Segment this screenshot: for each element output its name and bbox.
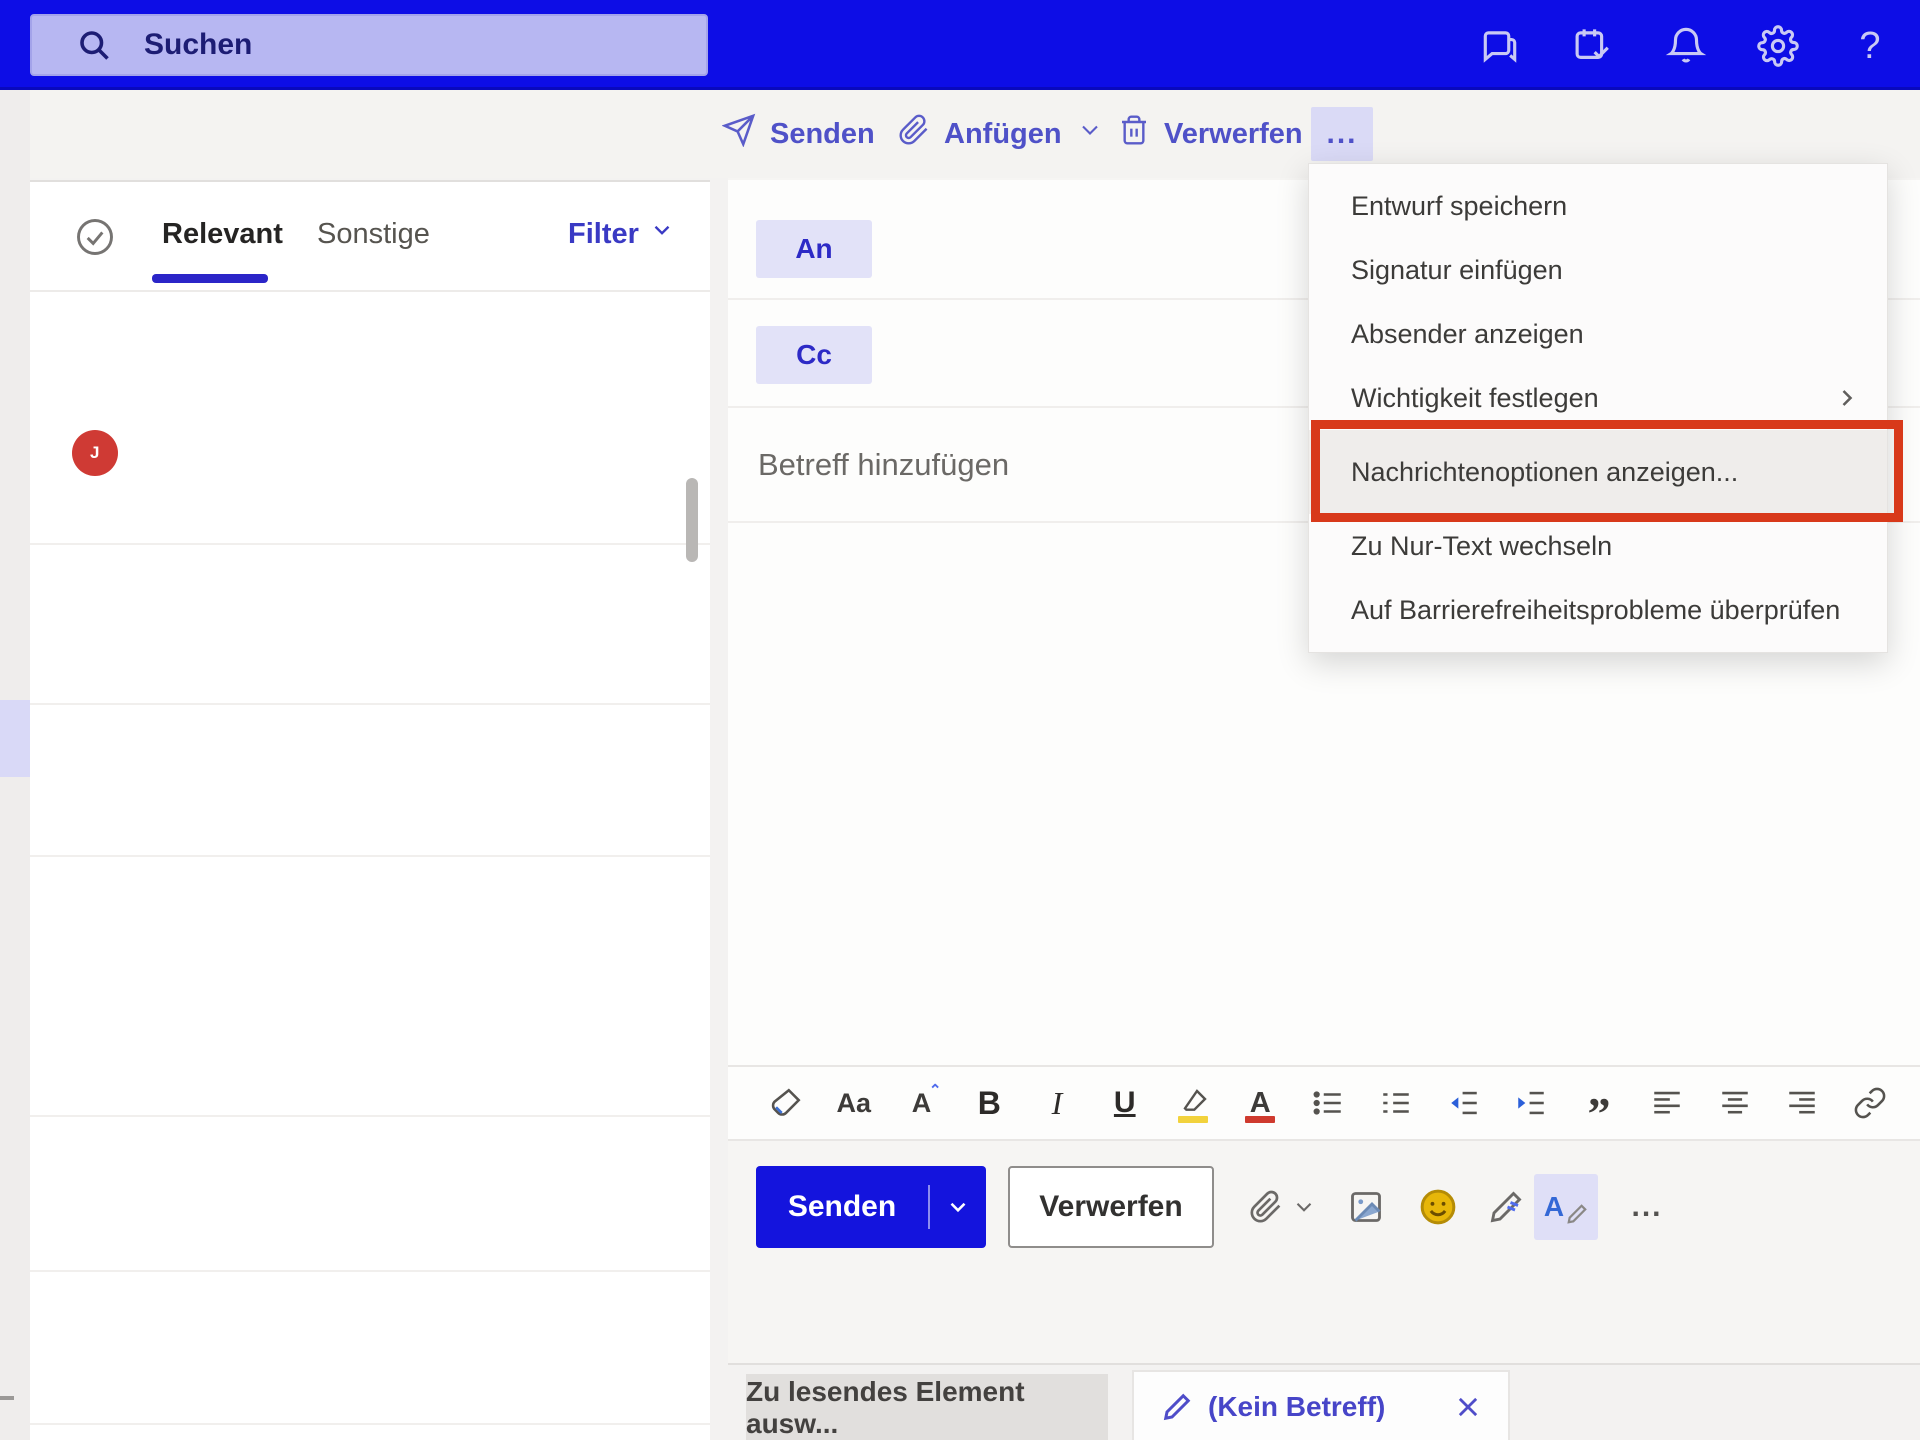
more-options-button[interactable]: ... — [1311, 107, 1373, 161]
selected-item-indicator — [0, 700, 30, 777]
discard-button-label: Verwerfen — [1039, 1190, 1182, 1224]
message-row[interactable] — [30, 1425, 710, 1440]
send-icon — [722, 113, 756, 155]
cc-button[interactable]: Cc — [756, 326, 872, 384]
more-dots-glyph: ... — [1326, 117, 1357, 151]
insert-image-icon[interactable] — [1340, 1176, 1392, 1238]
attach-command[interactable]: Anfügen — [898, 90, 1104, 178]
message-list-pane: Relevant Sonstige Filter J M FK T — [30, 180, 710, 1440]
send-button[interactable]: Senden — [756, 1166, 986, 1248]
align-center-icon[interactable] — [1713, 1079, 1757, 1127]
font-icon[interactable]: Aa — [832, 1079, 876, 1127]
font-size-icon[interactable]: A ⌃ — [900, 1079, 944, 1127]
tab-relevant[interactable]: Relevant — [140, 182, 305, 286]
chevron-down-icon — [649, 217, 675, 251]
close-icon[interactable] — [1454, 1393, 1482, 1421]
send-command-label: Senden — [770, 118, 875, 151]
menu-item-switch-plain-text[interactable]: Zu Nur-Text wechseln — [1309, 514, 1887, 578]
help-icon[interactable]: ? — [1846, 22, 1894, 70]
message-row[interactable]: X — [30, 1272, 710, 1425]
ink-pen-icon[interactable] — [1480, 1176, 1532, 1238]
editor-proofing-button[interactable]: A — [1534, 1174, 1598, 1240]
more-compose-actions-button[interactable]: ... — [1616, 1176, 1678, 1238]
bottom-tab-bar: Zu lesendes Element ausw... (Kein Betref… — [728, 1363, 1920, 1440]
align-right-icon[interactable] — [1780, 1079, 1824, 1127]
message-row[interactable]: J — [30, 292, 710, 545]
chevron-right-icon — [1833, 384, 1861, 412]
top-app-bar: Suchen — [0, 0, 1920, 90]
circle-check-icon[interactable] — [72, 214, 118, 260]
search-input[interactable]: Suchen — [30, 14, 708, 76]
chat-icon[interactable] — [1476, 22, 1524, 70]
message-row[interactable]: FK — [30, 705, 710, 857]
menu-item-show-message-options[interactable]: Nachrichtenoptionen anzeigen... — [1309, 430, 1887, 514]
proofing-a-glyph: A — [1544, 1191, 1564, 1223]
emoji-icon[interactable] — [1412, 1176, 1464, 1238]
search-icon — [76, 27, 112, 63]
list-scrollbar[interactable] — [686, 478, 698, 562]
discard-command[interactable]: Verwerfen — [1118, 90, 1303, 178]
decrease-indent-icon[interactable] — [1442, 1079, 1486, 1127]
active-tab-underline — [152, 274, 268, 283]
link-icon[interactable] — [1848, 1079, 1892, 1127]
help-glyph: ? — [1859, 25, 1880, 68]
increase-indent-icon[interactable] — [1509, 1079, 1553, 1127]
chevron-down-icon — [1076, 116, 1104, 152]
draft-tab[interactable]: (Kein Betreff) — [1132, 1370, 1510, 1440]
formatting-toolbar: Aa A ⌃ B I U A — [728, 1065, 1920, 1141]
align-left-icon[interactable] — [1645, 1079, 1689, 1127]
underline-icon[interactable]: U — [1103, 1079, 1147, 1127]
filter-label: Filter — [568, 218, 639, 251]
bullet-list-icon[interactable] — [1306, 1079, 1350, 1127]
quote-icon[interactable]: ” — [1577, 1068, 1621, 1138]
more-options-menu: Entwurf speichern Signatur einfügen Abse… — [1308, 163, 1888, 653]
italic-icon[interactable]: I — [1035, 1079, 1079, 1127]
menu-item-check-accessibility[interactable]: Auf Barrierefreiheitsprobleme überprüfen — [1309, 578, 1887, 642]
menu-item-show-sender[interactable]: Absender anzeigen — [1309, 302, 1887, 366]
subject-placeholder: Betreff hinzufügen — [758, 408, 1009, 521]
discard-button[interactable]: Verwerfen — [1008, 1166, 1214, 1248]
attach-command-label: Anfügen — [944, 118, 1062, 151]
scroll-artifact — [0, 1396, 14, 1400]
numbered-list-icon[interactable] — [1374, 1079, 1418, 1127]
menu-item-set-importance[interactable]: Wichtigkeit festlegen — [1309, 366, 1887, 430]
attach-chevron-icon[interactable] — [1284, 1176, 1324, 1238]
avatar: J — [72, 430, 118, 476]
filter-button[interactable]: Filter — [568, 182, 675, 286]
caret-up: ⌃ — [929, 1081, 942, 1099]
message-row[interactable]: T — [30, 857, 710, 1117]
search-placeholder: Suchen — [144, 28, 252, 62]
send-options-chevron[interactable] — [930, 1194, 986, 1220]
draft-tab-label: (Kein Betreff) — [1208, 1391, 1454, 1423]
reading-pane-tab[interactable]: Zu lesendes Element ausw... — [746, 1374, 1108, 1440]
calendar-check-icon[interactable] — [1568, 22, 1616, 70]
send-command[interactable]: Senden — [722, 90, 875, 178]
discard-command-label: Verwerfen — [1164, 118, 1303, 151]
paperclip-icon — [898, 114, 930, 154]
bold-icon[interactable]: B — [967, 1079, 1011, 1127]
settings-icon[interactable] — [1754, 22, 1802, 70]
message-row[interactable]: CD — [30, 1117, 710, 1272]
to-button[interactable]: An — [756, 220, 872, 278]
bell-icon[interactable] — [1662, 22, 1710, 70]
trash-icon — [1118, 114, 1150, 154]
send-button-label: Senden — [756, 1190, 928, 1224]
outlook-window: Suchen — [0, 0, 1920, 1440]
menu-item-insert-signature[interactable]: Signatur einfügen — [1309, 238, 1887, 302]
message-list-header: Relevant Sonstige Filter — [30, 182, 710, 292]
message-row[interactable]: M — [30, 545, 710, 705]
tab-sonstige[interactable]: Sonstige — [295, 182, 452, 286]
format-painter-icon[interactable] — [764, 1079, 808, 1127]
menu-item-save-draft[interactable]: Entwurf speichern — [1309, 174, 1887, 238]
proofing-pen-glyph — [1566, 1203, 1588, 1225]
pencil-icon — [1162, 1392, 1192, 1422]
font-color-icon[interactable]: A — [1238, 1079, 1282, 1127]
highlighter-icon[interactable] — [1171, 1079, 1215, 1127]
